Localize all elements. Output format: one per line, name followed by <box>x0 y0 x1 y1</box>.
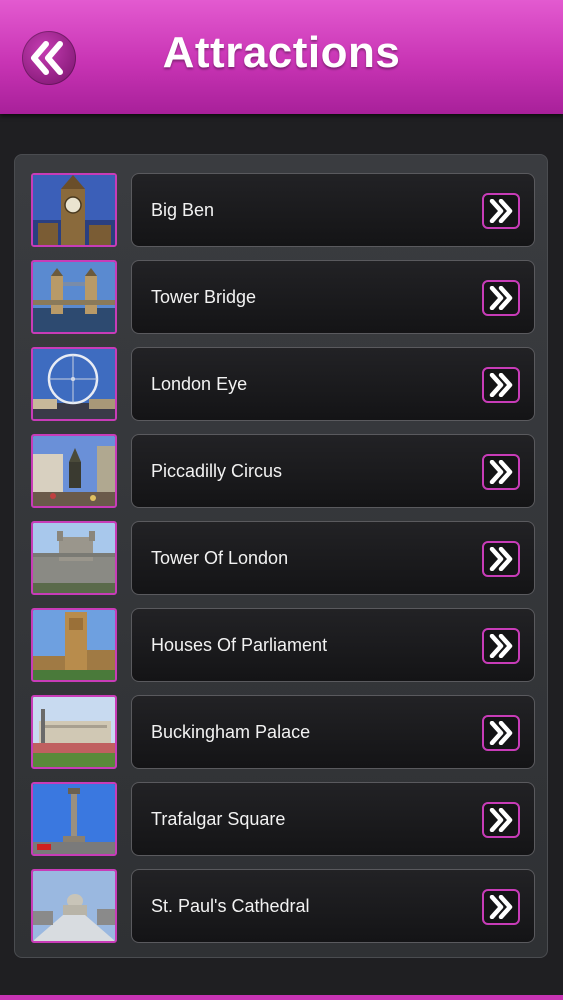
open-item-button[interactable] <box>482 889 520 925</box>
open-item-button[interactable] <box>482 802 520 838</box>
open-item-button[interactable] <box>482 454 520 490</box>
list-item-card[interactable]: Tower Bridge <box>131 260 535 334</box>
list-item[interactable]: St. Paul's Cathedral <box>31 869 535 943</box>
double-chevron-right-icon <box>489 373 513 397</box>
list-item-card[interactable]: London Eye <box>131 347 535 421</box>
attraction-thumbnail <box>31 695 117 769</box>
list-item[interactable]: Big Ben <box>31 173 535 247</box>
list-item[interactable]: Buckingham Palace <box>31 695 535 769</box>
list-item[interactable]: Tower Of London <box>31 521 535 595</box>
list-item[interactable]: Piccadilly Circus <box>31 434 535 508</box>
page-title: Attractions <box>162 28 401 77</box>
attraction-thumbnail <box>31 782 117 856</box>
list-item-card[interactable]: Big Ben <box>131 173 535 247</box>
open-item-button[interactable] <box>482 541 520 577</box>
list-item-card[interactable]: Tower Of London <box>131 521 535 595</box>
double-chevron-right-icon <box>489 895 513 919</box>
list-item-label: Big Ben <box>151 200 215 220</box>
attraction-thumbnail <box>31 434 117 508</box>
open-item-button[interactable] <box>482 280 520 316</box>
list-item-card[interactable]: Buckingham Palace <box>131 695 535 769</box>
list-item[interactable]: Trafalgar Square <box>31 782 535 856</box>
attraction-thumbnail <box>31 608 117 682</box>
open-item-button[interactable] <box>482 193 520 229</box>
list-item-label: Tower Of London <box>151 548 289 568</box>
list-item-card[interactable]: Trafalgar Square <box>131 782 535 856</box>
attractions-list: Big Ben Tower Bridge London Eye Piccadil… <box>14 154 548 958</box>
app-header: Attractions <box>0 0 563 114</box>
list-item-card[interactable]: Piccadilly Circus <box>131 434 535 508</box>
bottom-accent-bar <box>0 995 563 1000</box>
double-chevron-right-icon <box>489 460 513 484</box>
list-item-label: Piccadilly Circus <box>151 461 283 481</box>
open-item-button[interactable] <box>482 367 520 403</box>
attraction-thumbnail <box>31 869 117 943</box>
open-item-button[interactable] <box>482 628 520 664</box>
list-item-card[interactable]: St. Paul's Cathedral <box>131 869 535 943</box>
list-item-card[interactable]: Houses Of Parliament <box>131 608 535 682</box>
double-chevron-right-icon <box>489 721 513 745</box>
list-item-label: Tower Bridge <box>151 287 257 307</box>
list-item[interactable]: Houses Of Parliament <box>31 608 535 682</box>
list-item[interactable]: Tower Bridge <box>31 260 535 334</box>
double-chevron-right-icon <box>489 634 513 658</box>
list-item-label: Houses Of Parliament <box>151 635 328 655</box>
open-item-button[interactable] <box>482 715 520 751</box>
attraction-thumbnail <box>31 260 117 334</box>
list-item[interactable]: London Eye <box>31 347 535 421</box>
double-chevron-right-icon <box>489 286 513 310</box>
list-item-label: St. Paul's Cathedral <box>151 896 310 916</box>
list-item-label: Trafalgar Square <box>151 809 286 829</box>
attraction-thumbnail <box>31 347 117 421</box>
double-chevron-right-icon <box>489 808 513 832</box>
double-chevron-right-icon <box>489 547 513 571</box>
attraction-thumbnail <box>31 173 117 247</box>
list-item-label: London Eye <box>151 374 248 394</box>
list-item-label: Buckingham Palace <box>151 722 311 742</box>
attraction-thumbnail <box>31 521 117 595</box>
double-chevron-right-icon <box>489 199 513 223</box>
